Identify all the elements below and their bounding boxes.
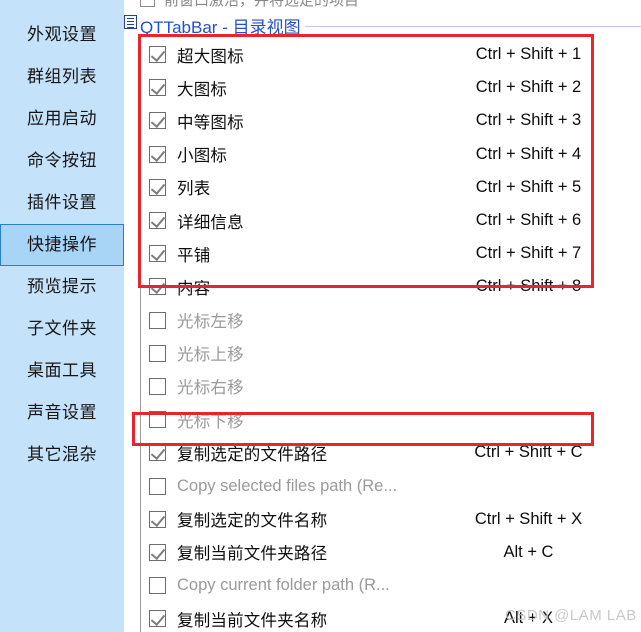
main-panel: 前窗口激活，并将选定的项目 QTTabBar - 目录视图 超大图标 Ctrl +… <box>124 0 641 632</box>
list-item-label: 光标右移 <box>177 378 244 398</box>
checkbox-unchecked-icon[interactable] <box>149 377 166 395</box>
checkbox-checked-icon[interactable] <box>149 444 166 462</box>
checkbox-checked-icon[interactable] <box>149 178 166 196</box>
list-item[interactable]: 内容 Ctrl + Shift + 8 <box>141 270 610 303</box>
clipped-row-label: 前窗口激活，并将选定的项目 <box>164 0 359 7</box>
list-item-shortcut[interactable]: Ctrl + Shift + 4 <box>447 145 610 164</box>
list-item-label: 小图标 <box>177 146 228 166</box>
checkbox-checked-icon[interactable] <box>149 145 166 163</box>
list-item-label: 复制当前文件夹名称 <box>177 610 328 630</box>
list-item-label: Copy selected files path (Re... <box>177 476 398 495</box>
checkbox-unchecked-icon[interactable] <box>149 344 166 362</box>
checkbox-checked-icon[interactable] <box>149 245 166 263</box>
sidebar-item-6[interactable]: 快捷操作 <box>0 224 124 266</box>
list-item-shortcut[interactable]: Alt + C <box>447 543 610 562</box>
checkbox-unchecked-icon[interactable] <box>149 477 166 495</box>
list-item-label: 大图标 <box>177 79 228 99</box>
list-item[interactable]: Copy selected files path (Re... <box>141 469 610 502</box>
list-item[interactable]: 中等图标 Ctrl + Shift + 3 <box>141 104 610 137</box>
list-item[interactable]: 小图标 Ctrl + Shift + 4 <box>141 138 610 171</box>
list-item-label: 复制选定的文件名称 <box>177 511 328 531</box>
checkbox-icon[interactable] <box>140 0 155 7</box>
sidebar-item-5[interactable]: 插件设置 <box>0 182 124 224</box>
group-header-rule <box>304 26 641 27</box>
list-item[interactable]: 详细信息 Ctrl + Shift + 6 <box>141 204 610 237</box>
list-item-label: 列表 <box>177 179 211 199</box>
list-item[interactable]: 列表 Ctrl + Shift + 5 <box>141 171 610 204</box>
checkbox-checked-icon[interactable] <box>149 212 166 230</box>
list-item[interactable]: 光标右移 <box>141 370 610 403</box>
checkbox-unchecked-icon[interactable] <box>149 311 166 329</box>
clipped-top-row[interactable]: 前窗口激活，并将选定的项目 <box>140 0 359 7</box>
watermark: CSDN @LAM LAB <box>505 607 637 624</box>
list-item-label: 详细信息 <box>177 212 244 232</box>
list-item-shortcut[interactable]: Ctrl + Shift + X <box>447 510 610 529</box>
list-item[interactable]: 复制选定的文件路径 Ctrl + Shift + C <box>141 436 610 469</box>
list-item-shortcut[interactable]: Ctrl + Shift + 6 <box>447 211 610 230</box>
sidebar-item-9[interactable]: 桌面工具 <box>0 350 124 392</box>
sidebar-item-2[interactable]: 群组列表 <box>0 56 124 98</box>
group-header-title: QTTabBar - 目录视图 <box>140 17 301 37</box>
list-item[interactable]: 光标左移 <box>141 304 610 337</box>
checkbox-unchecked-icon[interactable] <box>149 577 166 595</box>
list-item-label: 光标上移 <box>177 345 244 365</box>
checkbox-checked-icon[interactable] <box>149 46 166 64</box>
list-item-label: 复制当前文件夹路径 <box>177 544 328 564</box>
list-item-shortcut[interactable]: Ctrl + Shift + 1 <box>447 45 610 64</box>
sidebar-item-8[interactable]: 子文件夹 <box>0 308 124 350</box>
list-item-label: 平铺 <box>177 245 211 265</box>
list-item-label: 超大图标 <box>177 46 244 66</box>
sidebar-item-10[interactable]: 声音设置 <box>0 392 124 434</box>
sidebar-item-11[interactable]: 其它混杂 <box>0 434 124 476</box>
list-item-label: 光标左移 <box>177 312 244 332</box>
list-item[interactable]: 超大图标 Ctrl + Shift + 1 <box>141 38 610 71</box>
list-item[interactable]: 复制当前文件夹路径 Alt + C <box>141 536 610 569</box>
list-item-shortcut[interactable]: Ctrl + Shift + 8 <box>447 277 610 296</box>
settings-window: 最外视图外观设置群组列表应用启动命令按钮插件设置快捷操作预览提示子文件夹桌面工具… <box>0 0 641 632</box>
checkbox-checked-icon[interactable] <box>149 79 166 97</box>
list-item[interactable]: 光标上移 <box>141 337 610 370</box>
sidebar-item-3[interactable]: 应用启动 <box>0 98 124 140</box>
sidebar-nav: 最外视图外观设置群组列表应用启动命令按钮插件设置快捷操作预览提示子文件夹桌面工具… <box>0 0 124 632</box>
checkbox-checked-icon[interactable] <box>149 278 166 296</box>
checkbox-checked-icon[interactable] <box>149 112 166 130</box>
list-item-label: Copy current folder path (R... <box>177 576 390 595</box>
list-glyph-icon <box>124 15 137 29</box>
checkbox-checked-icon[interactable] <box>149 610 166 628</box>
list-item-label: 复制选定的文件路径 <box>177 444 328 464</box>
sidebar-item-0[interactable]: 最外视图 <box>0 0 124 14</box>
checkbox-checked-icon[interactable] <box>149 543 166 561</box>
sidebar-item-4[interactable]: 命令按钮 <box>0 140 124 182</box>
list-item-shortcut[interactable]: Ctrl + Shift + C <box>447 443 610 462</box>
list-item-label: 中等图标 <box>177 112 244 132</box>
list-item-label: 光标下移 <box>177 411 244 431</box>
list-item[interactable]: 复制选定的文件名称 Ctrl + Shift + X <box>141 503 610 536</box>
list-item[interactable]: 大图标 Ctrl + Shift + 2 <box>141 71 610 104</box>
checkbox-checked-icon[interactable] <box>149 510 166 528</box>
sidebar-item-7[interactable]: 预览提示 <box>0 266 124 308</box>
group-header: QTTabBar - 目录视图 <box>140 13 641 37</box>
list-item-shortcut[interactable]: Ctrl + Shift + 5 <box>447 178 610 197</box>
list-item-shortcut[interactable]: Ctrl + Shift + 7 <box>447 244 610 263</box>
list-item-shortcut[interactable]: Ctrl + Shift + 2 <box>447 78 610 97</box>
checkbox-unchecked-icon[interactable] <box>149 411 166 429</box>
list-item[interactable]: 平铺 Ctrl + Shift + 7 <box>141 237 610 270</box>
list-item-label: 内容 <box>177 278 211 298</box>
list-item[interactable]: Copy current folder path (R... <box>141 569 610 602</box>
sidebar-item-1[interactable]: 外观设置 <box>0 14 124 56</box>
list-item-shortcut[interactable]: Ctrl + Shift + 3 <box>447 111 610 130</box>
shortcut-action-list: 超大图标 Ctrl + Shift + 1 大图标 Ctrl + Shift + 2 中… <box>140 38 610 632</box>
list-item[interactable]: 光标下移 <box>141 403 610 436</box>
